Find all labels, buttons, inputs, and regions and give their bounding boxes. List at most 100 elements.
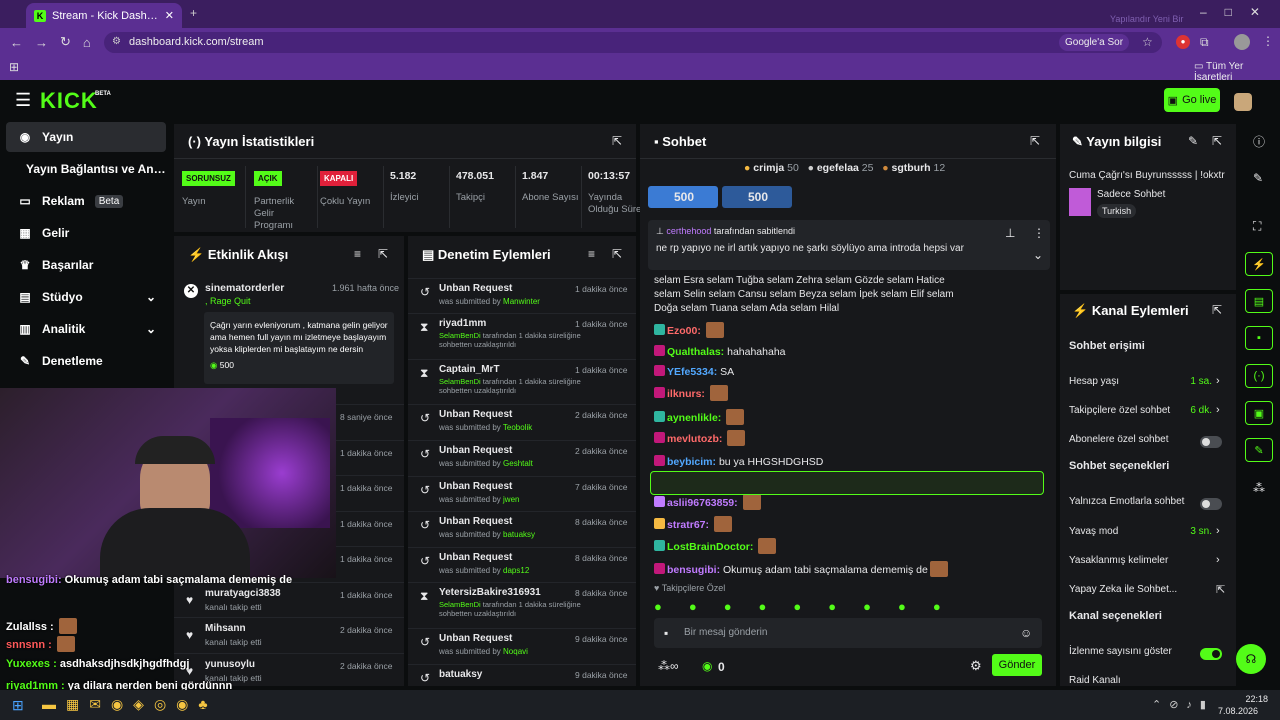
hamburger-menu-icon[interactable]: ☰ [15,90,31,111]
moderation-item[interactable]: ⧗ YetersizBakire316931 8 dakika önce SelamB… [408,582,636,618]
sidebar-item-reklam[interactable]: ▭ Reklam Beta [6,186,166,216]
action-row[interactable]: Yasaklanmış kelimeler › [1060,553,1236,573]
apps-grid-icon[interactable]: ⊞ [9,60,19,74]
windows-start-icon[interactable]: ⊞ [12,697,24,714]
close-tab-icon[interactable]: ✕ [165,9,174,22]
more-icon[interactable]: ⋮ [1033,226,1045,240]
action-row[interactable]: Takipçilere özel sohbet 6 dk. › [1060,403,1236,423]
moderation-item[interactable]: ↺ Unban Request 2 dakika önce was submitted… [408,404,636,438]
address-bar[interactable]: ⚙ dashboard.kick.com/stream Google'a Sor… [104,32,1162,53]
kick-logo[interactable]: KICK [40,88,98,114]
unban-icon: ↺ [420,411,431,425]
expand-icon[interactable]: ⇱ [1030,134,1040,148]
moderation-item[interactable]: ↺ Unban Request 2 dakika önce was submitted… [408,440,636,474]
filter-icon[interactable]: ≡ [354,247,361,261]
expand-icon[interactable]: ⇱ [612,247,622,261]
emote [726,409,745,425]
go-live-button[interactable]: ▣ Go live [1164,88,1220,112]
extensions-puzzle-icon[interactable]: ⧉ [1200,35,1209,50]
sidebar-item-yayin[interactable]: ◉ Yayın [6,122,166,152]
user-badge [654,496,665,507]
community-icon[interactable]: ⁂∞ [658,659,679,673]
sidebar-item-analitik[interactable]: ▥ Analitik ⌄ [6,314,166,344]
emoji-icon[interactable]: ☺ [1020,626,1032,640]
bookmark-star-icon[interactable]: ☆ [1142,35,1153,49]
browser-menu-icon[interactable]: ⋮ [1262,34,1274,48]
moderation-item[interactable]: ⧗ Captain_MrT 1 dakika önce SelamBenDi tara… [408,359,636,395]
sidebar-item-stream-key[interactable]: Yayın Bağlantısı ve Anahtarı [6,154,166,184]
unpin-icon[interactable]: ⊥ [1005,226,1015,240]
expand-icon[interactable]: ⇱ [1212,134,1222,148]
crop-icon[interactable]: ⛶ [1253,219,1261,234]
stat-cell: 478.051 Takipçi [452,166,516,228]
expand-icon[interactable]: ⇱ [1212,303,1222,317]
tag-badge: Turkish [1097,204,1137,218]
moderation-item[interactable]: ↺ Unban Request 7 dakika önce was submitted… [408,476,636,510]
chevron-down-icon[interactable]: ⌄ [1033,248,1043,262]
home-icon[interactable]: ⌂ [83,35,91,50]
google-ask-button[interactable]: Google'a Sor [1059,34,1130,51]
filter-icon[interactable]: ≡ [588,247,595,261]
moderation-item[interactable]: ↺ Unban Request 8 dakika önce was submitted… [408,547,636,581]
chat-message: YEfe5334: SA [654,365,734,378]
action-row[interactable]: Yapay Zeka ile Sohbet... ⇱ [1060,582,1236,602]
chat-input[interactable]: ▪ Bir mesaj gönderin ☺ [654,618,1042,648]
action-row[interactable]: Raid Kanalı [1060,673,1236,686]
site-info-icon[interactable]: ⚙ [112,36,121,47]
profile-avatar[interactable] [1234,34,1250,50]
support-headset-icon[interactable]: ☊ [1236,644,1266,674]
overlay-chat-message: bensugibi: Okumuş adam tabi saçmalama de… [6,574,293,586]
toggle-switch[interactable] [1200,498,1222,510]
live-icon: ▣ [1167,94,1179,107]
sidebar-item-gelir[interactable]: ▦ Gelir [6,218,166,248]
sidebar-item-basarilar[interactable]: ♛ Başarılar [6,250,166,280]
rail-chat-button[interactable]: ▪ [1245,326,1273,350]
back-icon[interactable]: ← [10,35,23,50]
toggle-switch[interactable] [1200,648,1222,660]
settings-gear-icon[interactable]: ⚙ [970,658,982,674]
gift-pill[interactable]: 500 [648,186,718,208]
action-row[interactable]: İzlenme sayısını göster [1060,644,1236,664]
action-row[interactable]: Yalnızca Emotlarla sohbet [1060,494,1236,514]
rail-doc-button[interactable]: ▤ [1245,289,1273,313]
rail-save-button[interactable]: ▣ [1245,401,1273,425]
reload-icon[interactable]: ↻ [60,34,71,50]
extension-icon[interactable]: ● [1176,35,1190,49]
expand-icon[interactable]: ⇱ [612,134,622,148]
moderation-item[interactable]: ↺ batuaksy 9 dakika önce [408,664,636,686]
activity-item[interactable]: ♥ Mihsann kanalı takip etti 2 dakika önce [174,617,404,652]
activity-item[interactable]: ♥ muratyagci3838 kanalı takip etti 1 dakika… [174,581,404,617]
edit-icon[interactable]: ✎ [1188,134,1198,148]
action-row[interactable]: Hesap yaşı 1 sa. › [1060,374,1236,394]
gold-medal-icon: ● [744,162,751,174]
forward-icon[interactable]: → [35,35,48,50]
stat-cell: 1.847 Abone Sayısı [518,166,582,228]
rail-wrench-button[interactable]: ✎ [1245,438,1273,462]
emote-row[interactable]: ●●●●●●●●● [654,599,968,614]
sidebar-item-studyo[interactable]: ▤ Stüdyo ⌄ [6,282,166,312]
moderation-item[interactable]: ↺ Unban Request 8 dakika önce was submitted… [408,511,636,545]
window-controls-icon[interactable]: –□✕ [1200,5,1278,19]
actions-title: ⚡ Kanal Eylemleri [1072,303,1189,318]
moderation-item[interactable]: ↺ Unban Request 9 dakika önce was submitted… [408,628,636,662]
send-button[interactable]: Gönder [992,654,1042,676]
pencil-icon[interactable]: ✎ [1253,171,1263,185]
tray-icons[interactable]: ⌃⊘♪▮ [1152,698,1214,711]
browser-tab[interactable]: K Stream - Kick Dashboard ✕ [26,3,182,28]
sidebar-item-denetleme[interactable]: ✎ Denetleme [6,346,166,376]
new-tab-icon[interactable]: + [190,6,197,20]
moderation-item[interactable]: ⧗ riyad1mm 1 dakika önce SelamBenDi tarafın… [408,313,636,349]
rail-lightning-button[interactable]: ⚡ [1245,252,1273,276]
chat-message: Ezo00: [654,322,724,338]
gift-pill[interactable]: 500 [722,186,792,208]
expand-icon[interactable]: ⇱ [378,247,388,261]
action-row[interactable]: Abonelere özel sohbet [1060,432,1236,452]
user-avatar[interactable] [1234,93,1252,111]
toggle-switch[interactable] [1200,436,1222,448]
moderation-item[interactable]: ↺ Unban Request 1 dakika önce was submitted… [408,278,636,312]
taskbar-apps-icon[interactable]: ▬▦✉◉◈◎◉♣ [42,696,218,713]
action-row[interactable]: Yavaş mod 3 sn. › [1060,524,1236,544]
rail-broadcast-button[interactable]: (·) [1245,364,1273,388]
info-icon[interactable]: ⓘ [1253,133,1265,150]
share-icon[interactable]: ⁂ [1253,481,1265,495]
